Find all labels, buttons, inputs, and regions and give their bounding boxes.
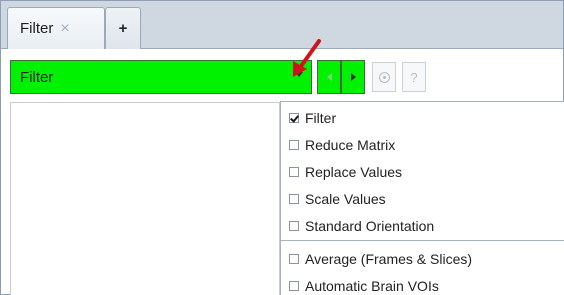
- checkbox-checked-icon: [289, 112, 299, 123]
- tab-bar: Filter × +: [1, 1, 563, 49]
- plus-icon: +: [118, 20, 128, 37]
- triangle-right-icon: [350, 73, 356, 81]
- checkbox-icon: [289, 166, 299, 177]
- help-button[interactable]: ?: [402, 62, 426, 92]
- checkbox-icon: [289, 280, 299, 291]
- checkbox-icon: [289, 139, 299, 150]
- next-button[interactable]: [341, 60, 365, 94]
- menu-item-label: Replace Values: [305, 163, 403, 180]
- filter-dropdown-menu: Filter Reduce Matrix Replace Values Scal…: [280, 101, 564, 295]
- checkbox-icon: [289, 193, 299, 204]
- target-button[interactable]: [372, 62, 396, 92]
- filter-combo-box[interactable]: Filter: [10, 60, 312, 94]
- app-window: Filter × + Filter ? Filter Reduce Matrix…: [0, 0, 564, 295]
- menu-item-replace-values[interactable]: Replace Values: [281, 158, 564, 185]
- menu-item-label: Scale Values: [305, 190, 386, 207]
- menu-item-scale-values[interactable]: Scale Values: [281, 185, 564, 212]
- menu-item-label: Reduce Matrix: [305, 136, 396, 153]
- menu-item-label: Filter: [305, 109, 337, 126]
- tab-filter[interactable]: Filter ×: [7, 7, 105, 49]
- add-tab-button[interactable]: +: [105, 7, 141, 49]
- menu-item-label: Average (Frames & Slices): [305, 250, 473, 267]
- empty-panel: [10, 102, 280, 295]
- close-icon[interactable]: ×: [60, 20, 69, 37]
- menu-item-filter[interactable]: Filter: [281, 104, 564, 131]
- checkbox-icon: [289, 253, 299, 264]
- toolbar: Filter ?: [1, 50, 563, 102]
- target-icon: [378, 71, 390, 83]
- menu-item-standard-orientation[interactable]: Standard Orientation: [281, 212, 564, 239]
- menu-item-automatic-brain-vois[interactable]: Automatic Brain VOIs: [281, 272, 564, 295]
- menu-item-label: Automatic Brain VOIs: [305, 277, 439, 294]
- annotation-arrow-icon: [293, 39, 321, 77]
- menu-item-reduce-matrix[interactable]: Reduce Matrix: [281, 131, 564, 158]
- checkbox-icon: [289, 220, 299, 231]
- menu-separator: [281, 240, 564, 241]
- combo-selected-value: Filter: [20, 68, 54, 86]
- triangle-left-icon: [326, 73, 332, 81]
- menu-item-label: Standard Orientation: [305, 217, 435, 234]
- tab-filter-label: Filter: [20, 20, 54, 37]
- menu-item-average[interactable]: Average (Frames & Slices): [281, 245, 564, 272]
- question-icon: ?: [410, 69, 418, 85]
